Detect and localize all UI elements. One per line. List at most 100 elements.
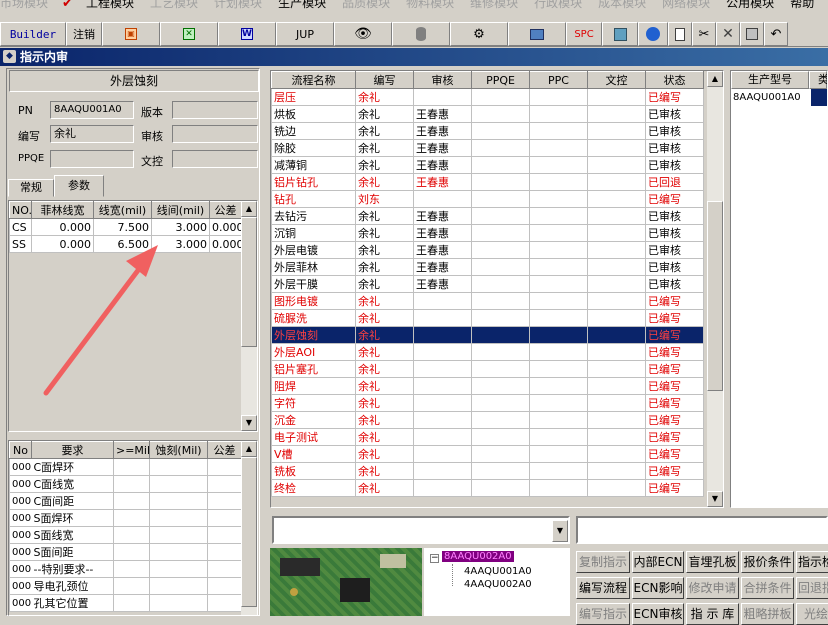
table-cell[interactable]: [413, 428, 472, 446]
table-cell[interactable]: [471, 292, 530, 310]
column-header[interactable]: 文控: [587, 71, 646, 89]
table-cell[interactable]: 余礼: [355, 122, 414, 140]
action-button[interactable]: 编写流程: [576, 577, 630, 599]
table-cell[interactable]: [471, 309, 530, 327]
menu-item[interactable]: 市场模块: [0, 0, 48, 10]
table-cell[interactable]: 王春惠: [413, 207, 472, 225]
table-row[interactable]: 阻焊 余礼 已编写: [271, 377, 704, 395]
table-cell[interactable]: [413, 411, 472, 429]
table-cell[interactable]: --特别要求--: [31, 560, 114, 578]
undo-icon[interactable]: ↶: [764, 22, 788, 46]
table-cell[interactable]: C面间距: [31, 492, 114, 510]
table-cell[interactable]: [471, 275, 530, 293]
table-cell[interactable]: [471, 105, 530, 123]
table-cell[interactable]: 余礼: [355, 343, 414, 361]
table-cell[interactable]: [587, 377, 646, 395]
scroll-thumb[interactable]: [241, 217, 257, 347]
action-button[interactable]: 指 示 库: [686, 603, 739, 625]
column-header[interactable]: No: [9, 441, 32, 459]
table-cell[interactable]: [413, 326, 472, 344]
table-cell[interactable]: 除胶: [271, 139, 356, 157]
table-cell[interactable]: [529, 411, 588, 429]
table-cell[interactable]: 层压: [271, 88, 356, 106]
table-cell[interactable]: [587, 326, 646, 344]
table-cell[interactable]: 王春惠: [413, 156, 472, 174]
tab-parameters[interactable]: 参数: [54, 175, 104, 197]
table-cell[interactable]: 外层电镀: [271, 241, 356, 259]
table-cell[interactable]: 0.000: [31, 218, 94, 236]
action-button[interactable]: 粗略拼板: [741, 603, 794, 625]
table-cell[interactable]: [113, 475, 150, 493]
table-cell[interactable]: 字符: [271, 394, 356, 412]
table-cell[interactable]: [587, 445, 646, 463]
table-row[interactable]: 000 S面间距: [9, 543, 242, 561]
action-button[interactable]: ECN审核: [632, 603, 684, 625]
table-cell[interactable]: 已编写: [645, 377, 704, 395]
table-cell[interactable]: [529, 275, 588, 293]
table-row[interactable]: 铝片钻孔 余礼 王春惠 已回退: [271, 173, 704, 191]
column-header[interactable]: 流程名称: [271, 71, 356, 89]
table-cell[interactable]: 外层AOI: [271, 343, 356, 361]
table-cell[interactable]: [149, 492, 208, 510]
table-cell[interactable]: 余礼: [355, 292, 414, 310]
column-header[interactable]: 线间(mil): [151, 201, 210, 219]
table-cell[interactable]: 已编写: [645, 394, 704, 412]
table-row[interactable]: 图形电镀 余礼 已编写: [271, 292, 704, 310]
table-cell[interactable]: [471, 190, 530, 208]
table-cell[interactable]: [587, 241, 646, 259]
table-cell[interactable]: [529, 326, 588, 344]
table-row[interactable]: 外层电镀 余礼 王春惠 已审核: [271, 241, 704, 259]
table-cell[interactable]: 已编写: [645, 292, 704, 310]
table-cell[interactable]: 已审核: [645, 275, 704, 293]
table-cell[interactable]: 王春惠: [413, 105, 472, 123]
table-cell[interactable]: 0.000: [209, 235, 242, 253]
table-cell[interactable]: 余礼: [355, 309, 414, 327]
table-cell[interactable]: 减薄铜: [271, 156, 356, 174]
table-row[interactable]: 钻孔 刘东 已编写: [271, 190, 704, 208]
table-cell[interactable]: [587, 139, 646, 157]
menu-item[interactable]: 计划模块: [214, 0, 262, 10]
table-cell[interactable]: 铣板: [271, 462, 356, 480]
table-cell[interactable]: [529, 309, 588, 327]
table-cell[interactable]: 铝片钻孔: [271, 173, 356, 191]
table-cell[interactable]: S面焊环: [31, 509, 114, 527]
action-button[interactable]: 盲埋孔板: [686, 551, 739, 573]
table-cell[interactable]: 铣边: [271, 122, 356, 140]
table-cell[interactable]: 000: [9, 577, 32, 595]
version-field[interactable]: [172, 101, 258, 119]
table-cell[interactable]: [113, 577, 150, 595]
scroll-up-icon[interactable]: ▲: [241, 201, 257, 217]
action-button[interactable]: 内部ECN: [632, 551, 684, 573]
table-cell[interactable]: 已审核: [645, 156, 704, 174]
table-cell[interactable]: [471, 343, 530, 361]
table-cell[interactable]: 已编写: [645, 428, 704, 446]
table-cell[interactable]: 余礼: [355, 275, 414, 293]
table-cell[interactable]: [471, 88, 530, 106]
table-row[interactable]: 000 S面线宽: [9, 526, 242, 544]
table-cell[interactable]: [529, 479, 588, 497]
table-cell[interactable]: [149, 458, 208, 476]
action-button[interactable]: ECN影响: [632, 577, 684, 599]
eye-icon[interactable]: 👁: [334, 22, 392, 46]
table-cell[interactable]: [413, 360, 472, 378]
tree-child[interactable]: 4AAQU002A0: [464, 579, 532, 590]
table-cell[interactable]: 000: [9, 594, 32, 612]
table-cell[interactable]: [413, 343, 472, 361]
logout-button[interactable]: 注销: [66, 22, 102, 46]
table-row[interactable]: 外层蚀刻 余礼 已编写: [271, 326, 704, 344]
column-header[interactable]: 状态: [645, 71, 704, 89]
table-row[interactable]: 沉铜 余礼 王春惠 已审核: [271, 224, 704, 242]
table-cell[interactable]: 已回退: [645, 173, 704, 191]
table-cell[interactable]: [587, 122, 646, 140]
table-cell[interactable]: [529, 394, 588, 412]
table-cell[interactable]: 已编写: [645, 411, 704, 429]
tree-expand-icon[interactable]: −: [430, 554, 439, 563]
action-button[interactable]: 编写指示: [576, 603, 630, 625]
table-cell[interactable]: 王春惠: [413, 139, 472, 157]
type-column-header[interactable]: 类: [809, 71, 827, 89]
table-cell[interactable]: [149, 475, 208, 493]
table-cell[interactable]: 000: [9, 509, 32, 527]
table-cell[interactable]: [529, 377, 588, 395]
table-cell[interactable]: 沉金: [271, 411, 356, 429]
table-cell[interactable]: [587, 275, 646, 293]
